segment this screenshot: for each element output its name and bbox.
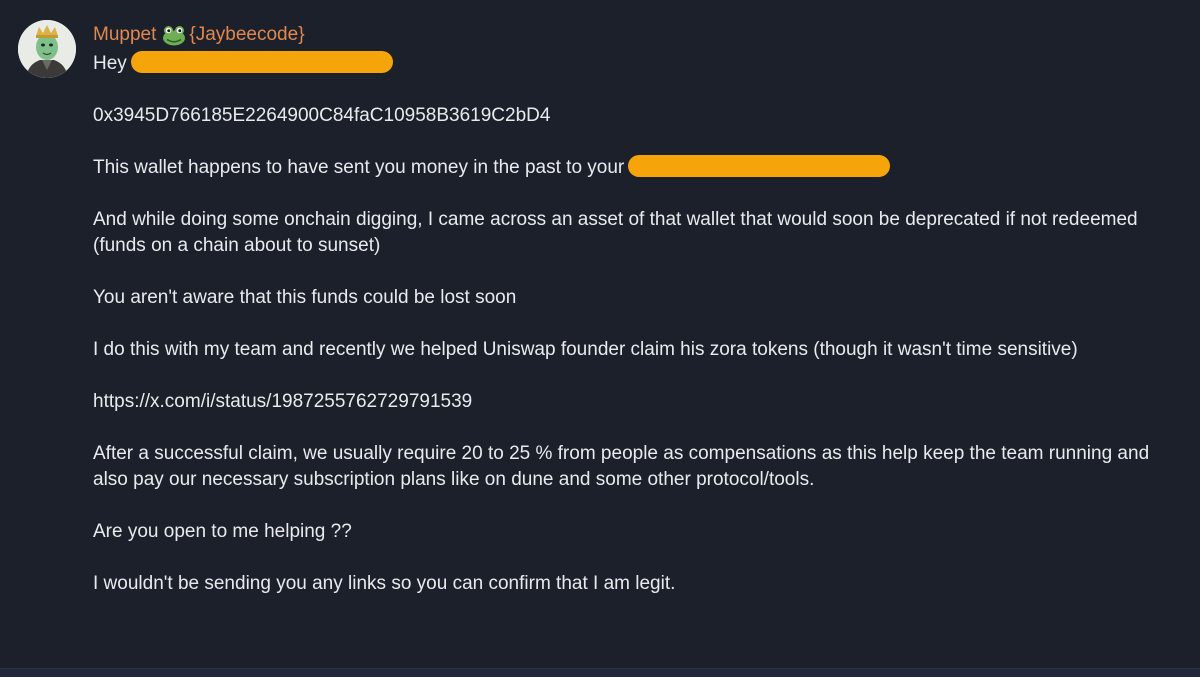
avatar[interactable] [18,20,76,78]
sender-header[interactable]: Muppet {Jaybeecode} [93,22,305,48]
paragraph-unaware: You aren't aware that this funds could b… [93,287,517,308]
avatar-image [18,20,76,78]
wallet-address: 0x3945D766185E2264900C84faC10958B3619C2b… [93,105,551,126]
wallet-sent-text: This wallet happens to have sent you mon… [93,157,625,178]
redaction-bar [130,51,393,73]
sender-name[interactable]: Muppet [93,24,156,46]
chat-message: Muppet {Jaybeecode} Hey 0x3945D766185E22… [0,0,1200,668]
closing-line: I wouldn't be sending you any links so y… [93,573,676,594]
sender-handle[interactable]: {Jaybeecode} [189,24,304,46]
question-line: Are you open to me helping ?? [93,521,352,542]
greeting-text: Hey [93,53,127,74]
bottom-divider [0,668,1200,677]
wallet-sent-line: This wallet happens to have sent you mon… [93,155,1183,181]
redaction-bar [628,155,891,177]
greeting-line: Hey [93,51,1183,77]
paragraph-digging: And while doing some onchain digging, I … [93,209,1138,256]
paragraph-team: I do this with my team and recently we h… [93,339,1078,360]
message-body: Hey 0x3945D766185E2264900C84faC10958B361… [93,51,1183,623]
status-link[interactable]: https://x.com/i/status/19872557627297915… [93,389,1183,415]
paragraph-compensation: After a successful claim, we usually req… [93,443,1150,490]
frog-icon [162,24,186,46]
